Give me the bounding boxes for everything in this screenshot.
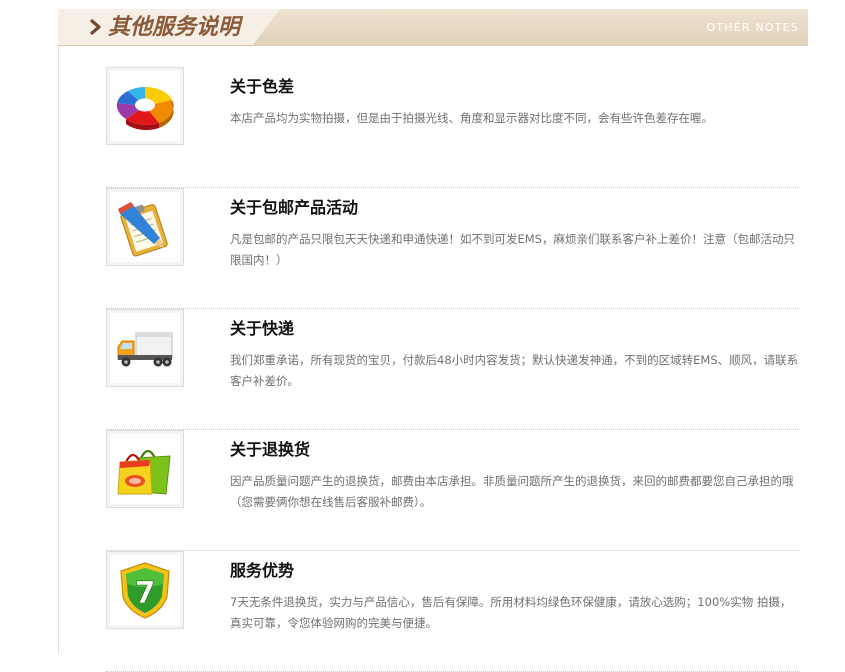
list-item: 关于包邮产品活动 凡是包邮的产品只限包天天快递和申通快递！如不到可发EMS，麻烦…	[106, 188, 800, 309]
item-description: 7天无条件退换货，实力与产品信心，售后有保障。所用材料均绿色环保健康，请放心选购…	[230, 595, 792, 630]
list-item: 关于快递 我们郑重承诺，所有现货的宝贝，付款后48小时内容发货；默认快递发神通，…	[106, 309, 800, 430]
clipboard-pen-icon	[118, 202, 168, 257]
item-description: 因产品质量问题产生的退换货，邮费由本店承担。非质量问题所产生的退换货，来回的邮费…	[230, 474, 794, 509]
left-border-line	[58, 8, 59, 654]
item-description: 凡是包邮的产品只限包天天快递和申通快递！如不到可发EMS，麻烦亲们联系客户补上差…	[230, 232, 795, 267]
item-title: 关于包邮产品活动	[230, 198, 359, 217]
shopping-bags-icon	[117, 449, 171, 495]
item-title: 关于色差	[230, 77, 295, 96]
item-thumbnail	[106, 188, 184, 266]
chevron-right-icon	[90, 19, 101, 35]
item-thumbnail	[106, 309, 184, 387]
item-title: 关于快递	[230, 319, 295, 338]
section-title: 其他服务说明	[108, 15, 241, 40]
item-thumbnail: 7	[106, 551, 184, 629]
list-item: 关于色差 本店产品均为实物拍摄，但是由于拍摄光线、角度和显示器对比度不同，会有些…	[106, 67, 800, 188]
item-description: 我们郑重承诺，所有现货的宝贝，付款后48小时内容发货；默认快递发神通，不到的区域…	[230, 353, 799, 388]
service-notes-list: 关于色差 本店产品均为实物拍摄，但是由于拍摄光线、角度和显示器对比度不同，会有些…	[106, 67, 800, 672]
item-title: 服务优势	[230, 561, 295, 580]
delivery-truck-icon	[117, 332, 173, 367]
section-header: 其他服务说明 OTHER NOTES	[58, 9, 808, 46]
section-subtitle: OTHER NOTES	[706, 21, 799, 34]
seven-day-shield-icon: 7	[120, 562, 170, 619]
item-thumbnail	[106, 67, 184, 145]
item-description: 本店产品均为实物拍摄，但是由于拍摄光线、角度和显示器对比度不同，会有些许色差存在…	[230, 111, 713, 125]
shield-badge-number: 7	[135, 576, 156, 611]
color-wheel-icon	[116, 86, 174, 131]
item-thumbnail	[106, 430, 184, 508]
item-title: 关于退换货	[230, 440, 311, 459]
list-item: 关于退换货 因产品质量问题产生的退换货，邮费由本店承担。非质量问题所产生的退换货…	[106, 430, 800, 551]
